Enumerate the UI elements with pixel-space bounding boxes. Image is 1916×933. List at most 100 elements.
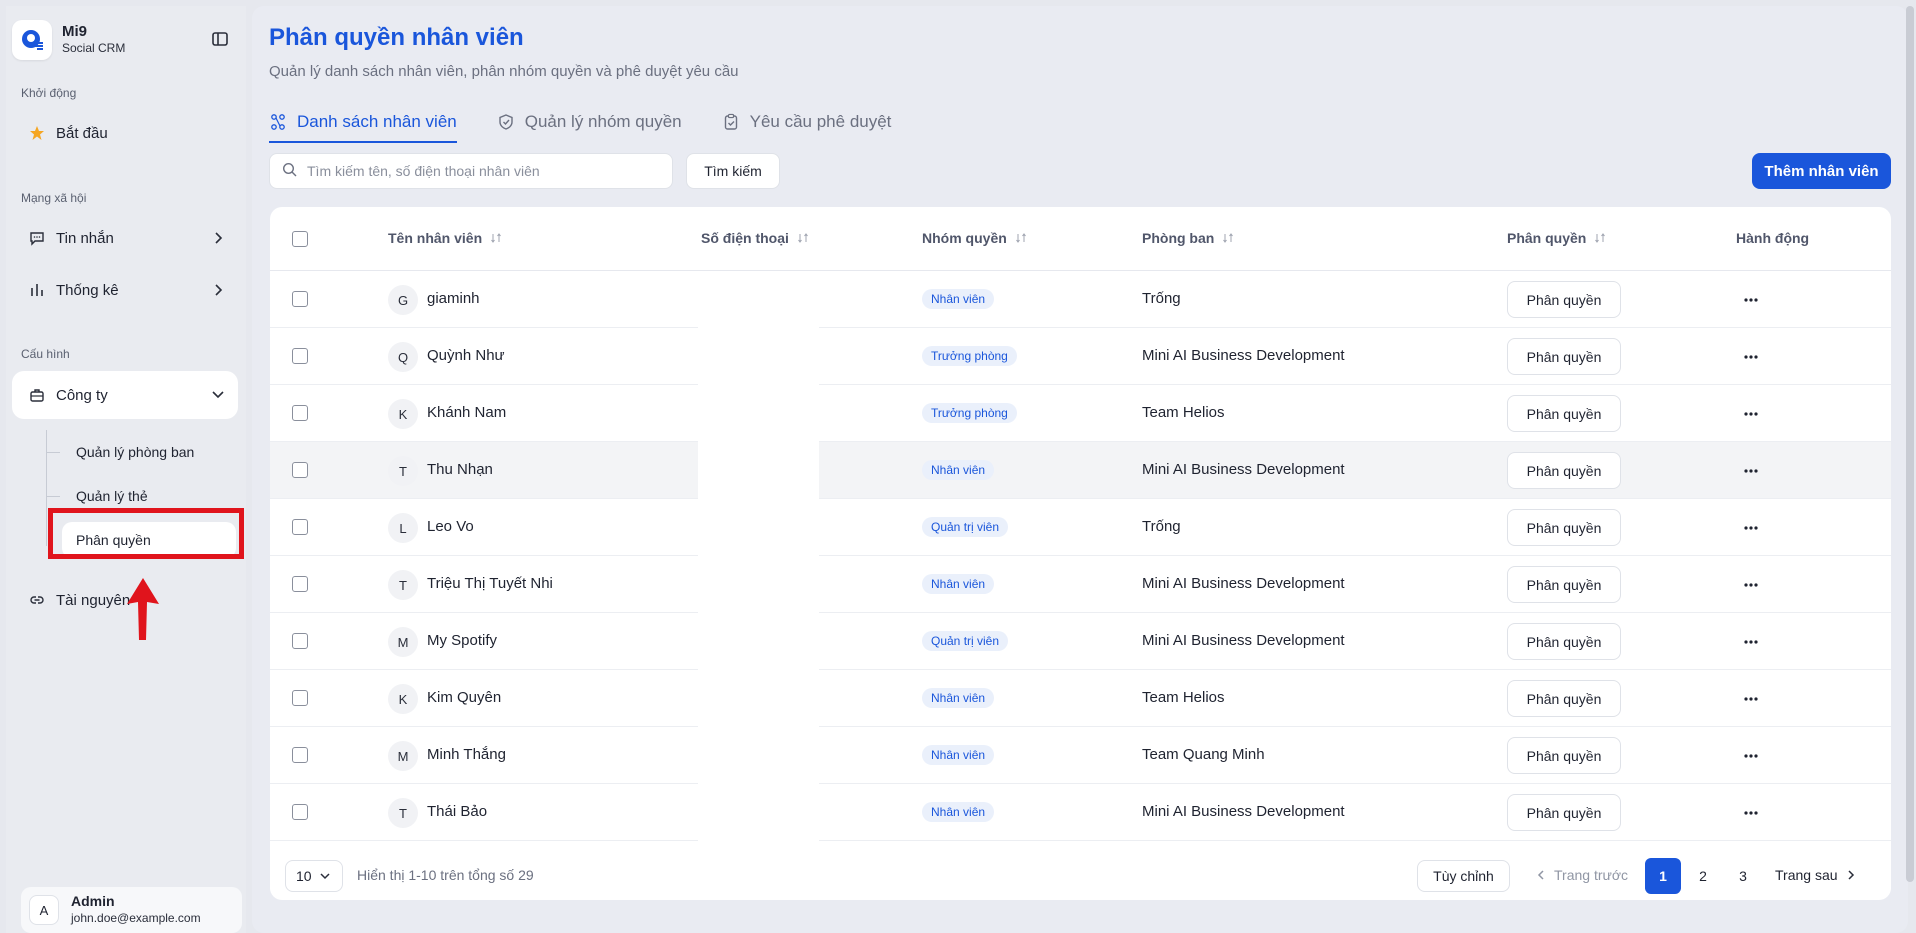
table-row[interactable]: M My Spotify Quản trị viên Mini AI Business… [270,613,1891,670]
chevron-right-icon [210,282,226,298]
department-cell: Team Quang Minh [1142,746,1265,763]
permission-button[interactable]: Phân quyền [1507,680,1621,717]
header-label: Nhóm quyền [922,230,1007,246]
more-icon[interactable] [1741,404,1761,424]
search-input[interactable] [307,163,647,179]
permission-button[interactable]: Phân quyền [1507,737,1621,774]
permission-button[interactable]: Phân quyền [1507,623,1621,660]
more-icon[interactable] [1741,803,1761,823]
main-content: Phân quyền nhân viên Quản lý danh sách n… [252,6,1908,933]
row-checkbox[interactable] [292,519,308,535]
customize-button[interactable]: Tùy chỉnh [1417,860,1510,892]
tab-employees[interactable]: Danh sách nhân viên [269,104,457,143]
more-icon[interactable] [1741,689,1761,709]
more-icon[interactable] [1741,632,1761,652]
brand[interactable]: Mi9 Social CRM [12,20,125,60]
table-row[interactable]: T Thu Nhạn Nhân viên Mini AI Business Devel… [270,442,1891,499]
permission-button[interactable]: Phân quyền [1507,395,1621,432]
avatar: L [388,513,418,543]
sidebar-toggle-icon[interactable] [211,30,231,50]
next-page-button[interactable]: Trang sau [1775,867,1858,883]
row-checkbox[interactable] [292,405,308,421]
permission-button[interactable]: Phân quyền [1507,452,1621,489]
more-icon[interactable] [1741,347,1761,367]
more-icon[interactable] [1741,518,1761,538]
department-cell: Mini AI Business Development [1142,803,1345,820]
permission-button[interactable]: Phân quyền [1507,509,1621,546]
avatar: K [388,684,418,714]
header-action: Hành động [1736,230,1810,246]
search-box[interactable] [269,153,673,189]
page-button-1[interactable]: 1 [1645,858,1681,894]
header-label: Tên nhân viên [388,230,483,246]
header-dept[interactable]: Phòng ban [1142,230,1234,246]
employee-name: Khánh Nam [427,404,507,421]
employee-name: Triệu Thị Tuyết Nhi [427,575,553,592]
more-icon[interactable] [1741,746,1761,766]
chevron-down-icon [320,873,330,880]
header-name[interactable]: Tên nhân viên [388,230,502,246]
search-button[interactable]: Tìm kiếm [686,153,780,189]
permission-button[interactable]: Phân quyền [1507,794,1621,831]
permission-button[interactable]: Phân quyền [1507,566,1621,603]
page-subtitle: Quản lý danh sách nhân viên, phân nhóm q… [269,63,739,80]
more-icon[interactable] [1741,461,1761,481]
table-row[interactable]: Q Quỳnh Như Trưởng phòng Mini AI Business D… [270,328,1891,385]
table-row[interactable]: Ggiaminh Nhân viên Trống Phân quyền [270,271,1891,328]
page-title: Phân quyền nhân viên [269,24,524,51]
table-row[interactable]: T Triệu Thị Tuyết Nhi Nhân viên Mini AI Bus… [270,556,1891,613]
row-checkbox[interactable] [292,291,308,307]
tree-line [46,430,47,546]
table-row[interactable]: K Kim Quyên Nhân viên Team Helios Phân quyền [270,670,1891,727]
sidebar-item-company[interactable]: Công ty [12,371,238,419]
table-row[interactable]: M Minh Thắng Nhân viên Team Quang Minh Phân … [270,727,1891,784]
shield-check-icon [497,113,515,131]
sidebar-item-stats[interactable]: Thống kê [12,267,238,313]
section-label-social: Mạng xã hội [21,191,87,205]
header-phone[interactable]: Số điện thoại [701,230,809,246]
sidebar-item-start[interactable]: Bắt đầu [12,110,238,156]
prev-page-button[interactable]: Trang trước [1534,867,1628,883]
row-checkbox[interactable] [292,462,308,478]
page-button-2[interactable]: 2 [1685,858,1721,894]
row-checkbox[interactable] [292,690,308,706]
avatar: T [388,798,418,828]
tab-groups[interactable]: Quản lý nhóm quyền [497,104,682,140]
phone-cell [698,727,819,784]
sidebar-subitem-departments[interactable]: Quản lý phòng ban [62,434,236,470]
sidebar-item-messages[interactable]: Tin nhắn [12,215,238,261]
avatar: A [29,895,59,925]
add-employee-button[interactable]: Thêm nhân viên [1752,153,1891,189]
network-icon [269,113,287,131]
row-checkbox[interactable] [292,576,308,592]
permission-button[interactable]: Phân quyền [1507,281,1621,318]
page-button-3[interactable]: 3 [1725,858,1761,894]
avatar: K [388,399,418,429]
department-cell: Team Helios [1142,404,1225,421]
phone-cell [698,613,819,670]
header-perm[interactable]: Phân quyền [1507,230,1606,246]
page-size-select[interactable]: 10 [285,860,343,892]
row-checkbox[interactable] [292,633,308,649]
header-group[interactable]: Nhóm quyền [922,230,1027,246]
employee-name: Leo Vo [427,518,474,535]
phone-cell [698,385,819,442]
select-all-checkbox[interactable] [292,231,308,247]
table-row[interactable]: L Leo Vo Quản trị viên Trống Phân quyền [270,499,1891,556]
permission-button[interactable]: Phân quyền [1507,338,1621,375]
row-checkbox[interactable] [292,348,308,364]
user-email: john.doe@example.com [71,911,201,925]
scrollbar[interactable] [1906,6,1914,882]
page-info: Hiển thị 1-10 trên tổng số 29 [357,867,534,883]
more-icon[interactable] [1741,575,1761,595]
row-checkbox[interactable] [292,747,308,763]
sidebar-item-label: Bắt đầu [56,124,108,142]
user-card[interactable]: A Admin john.doe@example.com [21,887,242,933]
department-cell: Mini AI Business Development [1142,575,1345,592]
chevron-left-icon [1537,870,1544,880]
row-checkbox[interactable] [292,804,308,820]
tab-requests[interactable]: Yêu cầu phê duyệt [722,104,891,140]
table-row[interactable]: K Khánh Nam Trưởng phòng Team Helios Phân qu… [270,385,1891,442]
table-row[interactable]: T Thái Bảo Nhân viên Mini AI Business Devel… [270,784,1891,841]
more-icon[interactable] [1741,290,1761,310]
